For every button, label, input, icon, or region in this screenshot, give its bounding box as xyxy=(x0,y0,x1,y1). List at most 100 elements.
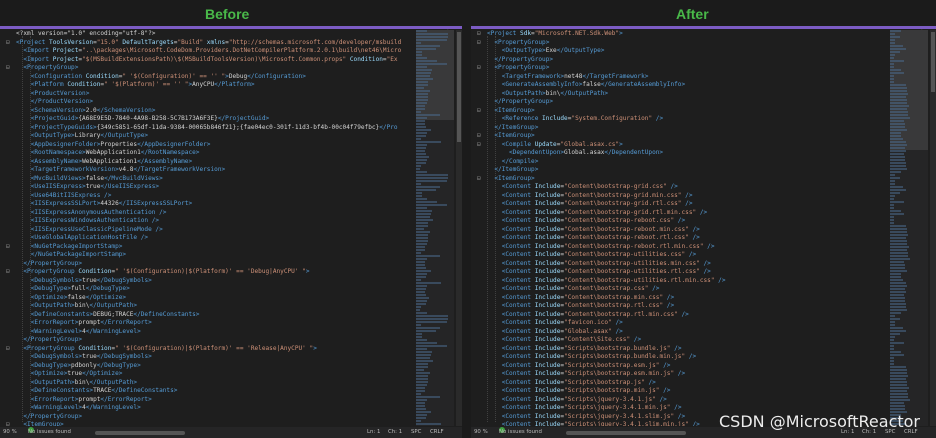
code-line[interactable]: <IISExpressAnonymousAuthentication /> xyxy=(6,209,410,218)
char-indicator[interactable]: Ch: 1 xyxy=(388,427,402,438)
code-line[interactable]: ⊟ <Project Sdk="Microsoft.NET.Sdk.Web"> xyxy=(477,30,884,39)
code-line[interactable]: ⊟ <ItemGroup> xyxy=(477,132,884,141)
code-line[interactable]: <Content Include="Scripts\bootstrap.bund… xyxy=(477,353,884,362)
code-line[interactable]: <AppDesignerFolder>Properties</AppDesign… xyxy=(6,141,410,150)
collapse-icon[interactable]: ⊟ xyxy=(6,345,16,354)
collapse-icon[interactable]: ⊟ xyxy=(477,132,487,141)
zoom-level[interactable]: 90 % xyxy=(474,427,488,438)
code-line[interactable]: <Optimize>true</Optimize> xyxy=(6,370,410,379)
collapse-icon[interactable]: ⊟ xyxy=(477,30,487,39)
code-line[interactable]: ⊟ <Project ToolsVersion="15.0" DefaultTar… xyxy=(6,39,410,48)
code-line[interactable]: <TargetFrameworkVersion>v4.8</TargetFram… xyxy=(6,166,410,175)
code-line[interactable]: <RootNamespace>WebApplication1</RootName… xyxy=(6,149,410,158)
whitespace-indicator[interactable]: SPC xyxy=(411,427,421,438)
code-line[interactable]: </PropertyGroup> xyxy=(6,336,410,345)
collapse-icon[interactable]: ⊟ xyxy=(6,243,16,252)
code-line[interactable]: <WarningLevel>4</WarningLevel> xyxy=(6,404,410,413)
line-indicator[interactable]: Ln: 1 xyxy=(367,427,380,438)
code-line[interactable]: <Content Include="Content\bootstrap.min.… xyxy=(477,294,884,303)
code-editor[interactable]: ⊟ <Project Sdk="Microsoft.NET.Sdk.Web"> ⊟ … xyxy=(477,30,884,426)
code-line[interactable]: <DependentUpon>Global.asax</DependentUpo… xyxy=(477,149,884,158)
collapse-icon[interactable]: ⊟ xyxy=(6,64,16,73)
collapse-icon[interactable]: ⊟ xyxy=(6,421,16,426)
code-line[interactable]: <OutputPath>bin\</OutputPath> xyxy=(6,379,410,388)
minimap[interactable] xyxy=(890,30,928,426)
code-line[interactable]: <Content Include="Scripts\bootstrap.min.… xyxy=(477,387,884,396)
code-line[interactable]: <AssemblyName>WebApplication1</AssemblyN… xyxy=(6,158,410,167)
code-line[interactable]: <OutputType>Exe</OutputType> xyxy=(477,47,884,56)
vertical-scrollbar[interactable] xyxy=(930,30,936,426)
code-line[interactable]: ⊟ <PropertyGroup> xyxy=(477,39,884,48)
code-line[interactable]: <Content Include="Scripts\bootstrap.esm.… xyxy=(477,362,884,371)
code-line[interactable]: </PropertyGroup> xyxy=(477,56,884,65)
code-line[interactable]: <Content Include="Content\bootstrap.rtl.… xyxy=(477,302,884,311)
code-line[interactable]: <Import Project="$(MSBuildExtensionsPath… xyxy=(6,56,410,65)
code-line[interactable]: <Content Include="Content\bootstrap-grid… xyxy=(477,200,884,209)
code-line[interactable]: <ErrorReport>prompt</ErrorReport> xyxy=(6,319,410,328)
code-line[interactable]: <Content Include="Content\bootstrap-rebo… xyxy=(477,226,884,235)
code-line[interactable]: <TargetFramework>net48</TargetFramework> xyxy=(477,73,884,82)
code-line[interactable]: <Use64BitIISExpress /> xyxy=(6,192,410,201)
minimap[interactable] xyxy=(416,30,454,426)
code-line[interactable]: <OutputPath>bin\</OutputPath> xyxy=(477,90,884,99)
code-line[interactable]: <MvcBuildViews>false</MvcBuildViews> xyxy=(6,175,410,184)
collapse-icon[interactable]: ⊟ xyxy=(477,175,487,184)
code-line[interactable]: <IISExpressSSLPort>44326</IISExpressSSLP… xyxy=(6,200,410,209)
code-line[interactable]: <DefineConstants>TRACE</DefineConstants> xyxy=(6,387,410,396)
code-line[interactable]: <ErrorReport>prompt</ErrorReport> xyxy=(6,396,410,405)
code-line[interactable]: <Content Include="Content\bootstrap-grid… xyxy=(477,192,884,201)
collapse-icon[interactable]: ⊟ xyxy=(477,39,487,48)
code-line[interactable]: <DebugSymbols>true</DebugSymbols> xyxy=(6,353,410,362)
line-ending-indicator[interactable]: CRLF xyxy=(430,427,444,438)
code-line[interactable]: <Content Include="Scripts\bootstrap.esm.… xyxy=(477,370,884,379)
code-line[interactable]: <Content Include="Scripts\bootstrap.js" … xyxy=(477,379,884,388)
code-line[interactable]: ⊟ <PropertyGroup> xyxy=(6,64,410,73)
collapse-icon[interactable]: ⊟ xyxy=(477,64,487,73)
collapse-icon[interactable]: ⊟ xyxy=(6,268,16,277)
code-line[interactable]: ⊟ <ItemGroup> xyxy=(6,421,410,426)
code-line[interactable]: <Configuration Condition=" '$(Configurat… xyxy=(6,73,410,82)
code-editor[interactable]: <?xml version="1.0" encoding="utf-8"?> ⊟ <… xyxy=(6,30,410,426)
code-line[interactable]: <OutputType>Library</OutputType> xyxy=(6,132,410,141)
code-line[interactable]: <Content Include="Content\bootstrap-grid… xyxy=(477,209,884,218)
code-line[interactable]: <Content Include="Content\bootstrap.css"… xyxy=(477,285,884,294)
code-line[interactable]: <Content Include="Content\bootstrap-util… xyxy=(477,268,884,277)
code-line[interactable]: </PropertyGroup> xyxy=(6,413,410,422)
code-line[interactable]: ⊟ <NuGetPackageImportStamp> xyxy=(6,243,410,252)
horizontal-scrollbar[interactable] xyxy=(95,431,185,435)
collapse-icon[interactable]: ⊟ xyxy=(477,141,487,150)
code-line[interactable]: <Import Project="..\packages\Microsoft.C… xyxy=(6,47,410,56)
code-line[interactable]: <Platform Condition=" '$(Platform)' == '… xyxy=(6,81,410,90)
code-line[interactable]: </Compile> xyxy=(477,158,884,167)
code-line[interactable]: <IISExpressUseClassicPipelineMode /> xyxy=(6,226,410,235)
code-line[interactable]: ⊟ <ItemGroup> xyxy=(477,175,884,184)
code-line[interactable]: <Content Include="Content\bootstrap-rebo… xyxy=(477,234,884,243)
code-line[interactable]: </ItemGroup> xyxy=(477,166,884,175)
vertical-scrollbar[interactable] xyxy=(456,30,462,426)
code-line[interactable]: <?xml version="1.0" encoding="utf-8"?> xyxy=(6,30,410,39)
code-line[interactable]: <ProjectGuid>{A68E9E5D-7840-4A98-B258-5C… xyxy=(6,115,410,124)
code-line[interactable]: <Content Include="Content\bootstrap.rtl.… xyxy=(477,311,884,320)
code-line[interactable]: ⊟ <ItemGroup> xyxy=(477,107,884,116)
code-line[interactable]: <Content Include="Content\bootstrap-util… xyxy=(477,260,884,269)
code-line[interactable]: ⊟ <Compile Update="Global.asax.cs"> xyxy=(477,141,884,150)
code-line[interactable]: <IISExpressWindowsAuthentication /> xyxy=(6,217,410,226)
code-line[interactable]: <UseGlobalApplicationHostFile /> xyxy=(6,234,410,243)
code-line[interactable]: <DebugSymbols>true</DebugSymbols> xyxy=(6,277,410,286)
code-line[interactable]: <ProductVersion> xyxy=(6,90,410,99)
code-line[interactable]: <DebugType>full</DebugType> xyxy=(6,285,410,294)
code-line[interactable]: <Content Include="Content\bootstrap-rebo… xyxy=(477,217,884,226)
code-line[interactable]: <Content Include="Global.asax" /> xyxy=(477,328,884,337)
code-line[interactable]: ⊟ <PropertyGroup> xyxy=(477,64,884,73)
code-line[interactable]: <OutputPath>bin\</OutputPath> xyxy=(6,302,410,311)
code-line[interactable]: <Reference Include="System.Configuration… xyxy=(477,115,884,124)
code-line[interactable]: </ItemGroup> xyxy=(477,124,884,133)
code-line[interactable]: <Content Include="Content\bootstrap-grid… xyxy=(477,183,884,192)
code-line[interactable]: <UseIISExpress>true</UseIISExpress> xyxy=(6,183,410,192)
code-line[interactable]: </PropertyGroup> xyxy=(6,260,410,269)
code-line[interactable]: <Content Include="Content\Site.css" /> xyxy=(477,336,884,345)
code-line[interactable]: </ProductVersion> xyxy=(6,98,410,107)
code-line[interactable]: <Content Include="Content\bootstrap-util… xyxy=(477,277,884,286)
code-line[interactable]: <ProjectTypeGuids>{349c5851-65df-11da-93… xyxy=(6,124,410,133)
code-line[interactable]: <WarningLevel>4</WarningLevel> xyxy=(6,328,410,337)
